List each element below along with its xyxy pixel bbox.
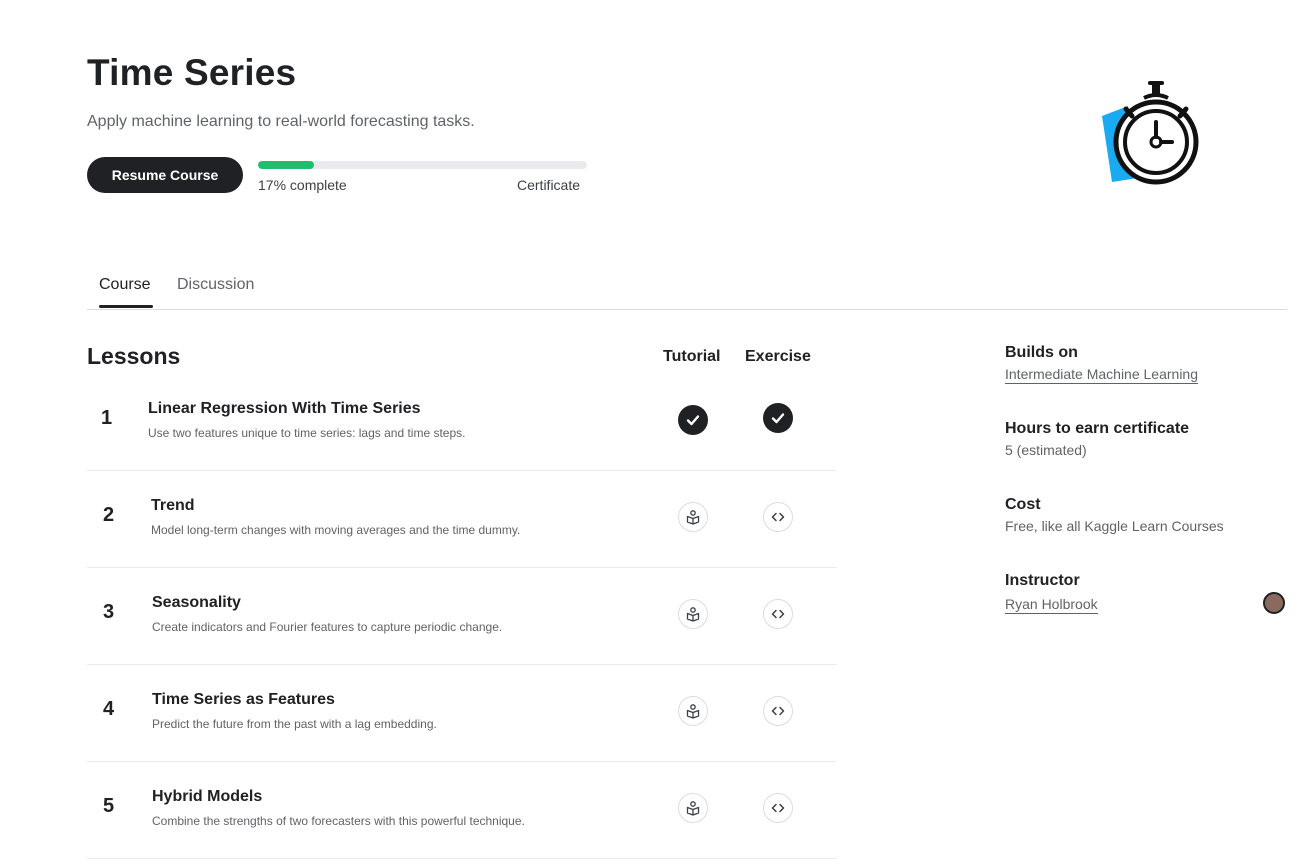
lesson-row[interactable]: 4 Time Series as Features Predict the futu… (87, 664, 837, 762)
resume-course-button[interactable]: Resume Course (87, 157, 243, 193)
book-reader-icon (685, 606, 701, 622)
stopwatch-icon (1088, 78, 1204, 188)
checkmark-icon (770, 410, 786, 426)
instructor-avatar[interactable] (1263, 592, 1285, 614)
lesson-description: Create indicators and Fourier features t… (152, 620, 503, 634)
exercise-button[interactable] (763, 793, 793, 823)
instructor-label: Instructor (1005, 572, 1080, 589)
lesson-number: 1 (101, 407, 113, 429)
lesson-title[interactable]: Hybrid Models (152, 788, 262, 806)
tutorial-column-header: Tutorial (663, 348, 721, 365)
code-icon (770, 509, 786, 525)
lesson-description: Model long-term changes with moving aver… (151, 523, 521, 537)
tutorial-button[interactable] (678, 696, 708, 726)
builds-on-label: Builds on (1005, 344, 1078, 361)
code-icon (770, 703, 786, 719)
exercise-button[interactable] (763, 696, 793, 726)
lesson-title[interactable]: Linear Regression With Time Series (148, 400, 421, 418)
tab-discussion[interactable]: Discussion (177, 276, 254, 294)
lesson-row[interactable]: 1 Linear Regression With Time Series Use t… (87, 373, 837, 471)
tutorial-button[interactable] (678, 502, 708, 532)
tutorial-button[interactable] (678, 793, 708, 823)
tutorial-complete-button[interactable] (678, 405, 708, 435)
exercise-button[interactable] (763, 599, 793, 629)
code-icon (770, 606, 786, 622)
lesson-row[interactable]: 2 Trend Model long-term changes with movin… (87, 470, 837, 568)
course-progress-fill (258, 161, 314, 169)
lesson-title[interactable]: Time Series as Features (152, 691, 335, 709)
code-icon (770, 800, 786, 816)
book-reader-icon (685, 509, 701, 525)
exercise-button[interactable] (763, 502, 793, 532)
lesson-number: 3 (103, 601, 115, 623)
builds-on-link[interactable]: Intermediate Machine Learning (1005, 366, 1199, 384)
hours-label: Hours to earn certificate (1005, 420, 1190, 437)
checkmark-icon (685, 412, 701, 428)
lesson-description: Use two features unique to time series: … (148, 426, 466, 440)
cost-value: Free, like all Kaggle Learn Courses (1005, 518, 1224, 534)
lesson-description: Combine the strengths of two forecasters… (152, 814, 525, 828)
page-title: Time Series (87, 52, 297, 93)
tab-course[interactable]: Course (99, 276, 151, 294)
lesson-row[interactable]: 3 Seasonality Create indicators and Fourie… (87, 567, 837, 665)
lesson-number: 2 (103, 504, 115, 526)
lesson-row[interactable]: 5 Hybrid Models Combine the strengths of t… (87, 761, 837, 859)
course-progress-bar (258, 161, 587, 169)
tutorial-button[interactable] (678, 599, 708, 629)
lesson-number: 4 (103, 698, 115, 720)
progress-label: 17% complete (258, 177, 347, 193)
exercise-column-header: Exercise (745, 348, 811, 365)
certificate-label: Certificate (517, 177, 581, 193)
page-subtitle: Apply machine learning to real-world for… (87, 113, 475, 130)
lesson-description: Predict the future from the past with a … (152, 717, 437, 731)
tab-divider (87, 309, 1287, 310)
lesson-title[interactable]: Trend (151, 497, 195, 515)
instructor-link[interactable]: Ryan Holbrook (1005, 596, 1098, 614)
book-reader-icon (685, 800, 701, 816)
lesson-number: 5 (103, 795, 115, 817)
book-reader-icon (685, 703, 701, 719)
lessons-heading: Lessons (87, 343, 181, 369)
lesson-title[interactable]: Seasonality (152, 594, 241, 612)
cost-label: Cost (1005, 496, 1041, 513)
active-tab-indicator (99, 305, 153, 308)
hours-value: 5 (estimated) (1005, 442, 1087, 458)
exercise-complete-button[interactable] (763, 403, 793, 433)
